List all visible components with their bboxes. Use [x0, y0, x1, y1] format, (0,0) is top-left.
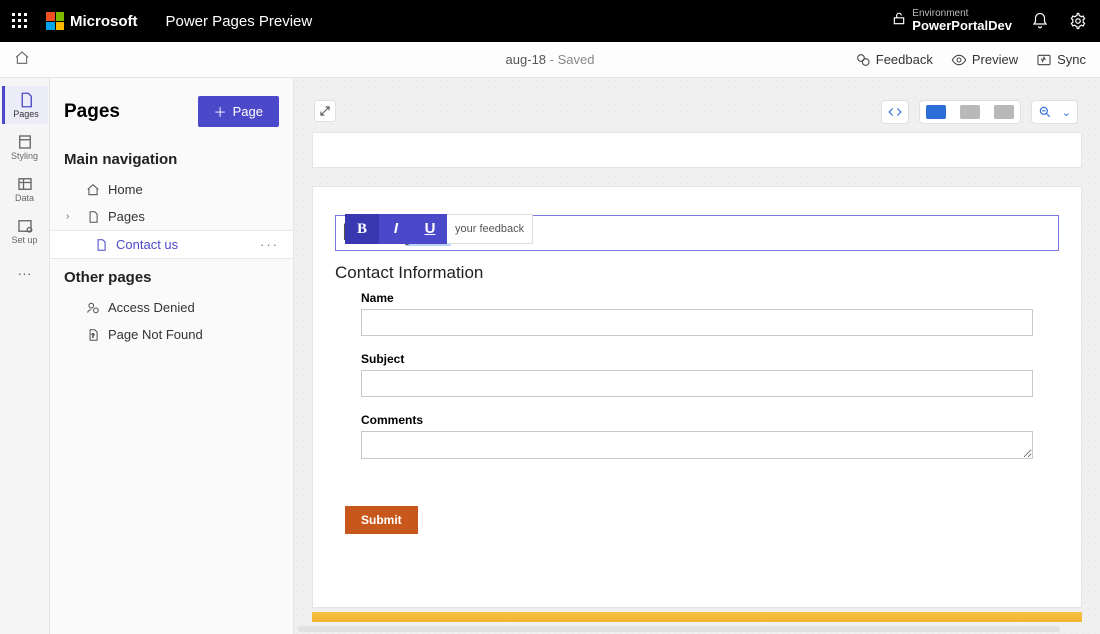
mobile-icon[interactable]	[994, 105, 1014, 119]
microsoft-logo-icon	[46, 12, 64, 30]
rail-setup-label: Set up	[11, 235, 37, 245]
chevron-down-icon: ⌄	[1062, 106, 1071, 119]
page-section-form[interactable]: B I U your feedback Fill in your details…	[312, 186, 1082, 608]
product-name: Power Pages Preview	[166, 13, 313, 30]
section-other-pages: Other pages	[50, 259, 293, 294]
feedback-label: Feedback	[876, 52, 933, 67]
section-main-nav: Main navigation	[50, 141, 293, 176]
tree-item-label: Access Denied	[108, 300, 195, 315]
add-page-label: Page	[233, 104, 263, 119]
feedback-button[interactable]: Feedback	[855, 52, 933, 68]
rail-styling-label: Styling	[11, 151, 38, 161]
page-section-top[interactable]	[312, 132, 1082, 168]
zoom-icon	[1038, 105, 1052, 119]
tree-item-access-denied[interactable]: Access Denied	[50, 294, 293, 321]
tree-item-more-icon[interactable]: ···	[260, 237, 279, 252]
comments-input[interactable]	[361, 431, 1033, 459]
environment-picker[interactable]: Environment PowerPortalDev	[892, 8, 1012, 33]
svg-text:?: ?	[92, 333, 95, 339]
name-label: Name	[361, 291, 1033, 305]
subject-label: Subject	[361, 352, 1033, 366]
other-pages-tree: Access Denied ? Page Not Found	[50, 294, 293, 348]
sidebar-title: Pages	[64, 101, 120, 123]
submit-button[interactable]: Submit	[345, 506, 418, 534]
form-group-name: Name	[361, 291, 1033, 336]
settings-icon[interactable]	[1068, 11, 1088, 31]
sync-label: Sync	[1057, 52, 1086, 67]
global-header: Microsoft Power Pages Preview Environmen…	[0, 0, 1100, 42]
tree-item-pages[interactable]: › Pages	[50, 203, 293, 230]
code-view-button[interactable]	[881, 100, 909, 124]
desktop-icon[interactable]	[926, 105, 946, 119]
page-section-footer[interactable]	[312, 612, 1082, 622]
toolbar-caption: your feedback	[447, 214, 533, 244]
nav-rail: Pages Styling Data Set up ···	[0, 78, 50, 634]
page-question-icon: ?	[86, 328, 100, 342]
tree-item-label: Page Not Found	[108, 327, 203, 342]
preview-button[interactable]: Preview	[951, 52, 1018, 68]
tree-item-label: Pages	[108, 209, 145, 224]
rail-styling[interactable]: Styling	[2, 128, 48, 166]
preview-label: Preview	[972, 52, 1018, 67]
rail-more[interactable]: ···	[2, 254, 48, 292]
workspace: Pages Styling Data Set up ··· Pages ＋ Pa…	[0, 78, 1100, 634]
code-icon	[888, 105, 902, 119]
name-input[interactable]	[361, 309, 1033, 336]
resize-handle-icon[interactable]	[314, 100, 336, 122]
plus-icon: ＋	[214, 102, 227, 121]
document-title: aug-18 - Saved	[506, 52, 595, 67]
design-canvas[interactable]: ⌄ B I U your feedback Fill in your detai…	[294, 78, 1100, 634]
underline-button[interactable]: U	[413, 214, 447, 244]
environment-name: PowerPortalDev	[912, 19, 1012, 33]
pages-sidebar: Pages ＋ Page Main navigation Home › Page…	[50, 78, 294, 634]
form-section-title: Contact Information	[335, 263, 1059, 283]
bold-button[interactable]: B	[345, 214, 379, 244]
tree-item-label: Home	[108, 182, 143, 197]
tree-item-home[interactable]: Home	[50, 176, 293, 203]
zoom-control[interactable]: ⌄	[1031, 100, 1078, 124]
subject-input[interactable]	[361, 370, 1033, 397]
home-icon	[86, 183, 100, 197]
comments-label: Comments	[361, 413, 1033, 427]
italic-button[interactable]: I	[379, 214, 413, 244]
page-icon	[94, 238, 108, 252]
rail-setup[interactable]: Set up	[2, 212, 48, 250]
document-name: aug-18	[506, 52, 546, 67]
chevron-right-icon[interactable]: ›	[66, 211, 69, 222]
lock-person-icon	[86, 301, 100, 315]
page-icon	[86, 210, 100, 224]
command-bar: aug-18 - Saved Feedback Preview Sync	[0, 42, 1100, 78]
device-toggle[interactable]	[919, 100, 1021, 124]
horizontal-scrollbar[interactable]	[298, 626, 1060, 632]
brand-name: Microsoft	[70, 13, 138, 30]
sync-button[interactable]: Sync	[1036, 52, 1086, 68]
main-nav-tree: Home › Pages Contact us ···	[50, 176, 293, 259]
form-group-subject: Subject	[361, 352, 1033, 397]
canvas-toolbar: ⌄	[881, 100, 1078, 124]
rail-data[interactable]: Data	[2, 170, 48, 208]
form-group-comments: Comments	[361, 413, 1033, 464]
rail-data-label: Data	[15, 193, 34, 203]
tablet-icon[interactable]	[960, 105, 980, 119]
rail-pages-label: Pages	[13, 109, 39, 119]
app-launcher-icon[interactable]	[12, 13, 28, 29]
tree-item-contact-us[interactable]: Contact us ···	[50, 230, 293, 259]
rail-pages[interactable]: Pages	[2, 86, 48, 124]
tree-item-page-not-found[interactable]: ? Page Not Found	[50, 321, 293, 348]
add-page-button[interactable]: ＋ Page	[198, 96, 279, 127]
notifications-icon[interactable]	[1030, 11, 1050, 31]
document-status: - Saved	[546, 52, 594, 67]
tree-item-label: Contact us	[116, 237, 178, 252]
text-format-toolbar: B I U your feedback	[345, 214, 533, 244]
home-icon[interactable]	[14, 50, 30, 69]
